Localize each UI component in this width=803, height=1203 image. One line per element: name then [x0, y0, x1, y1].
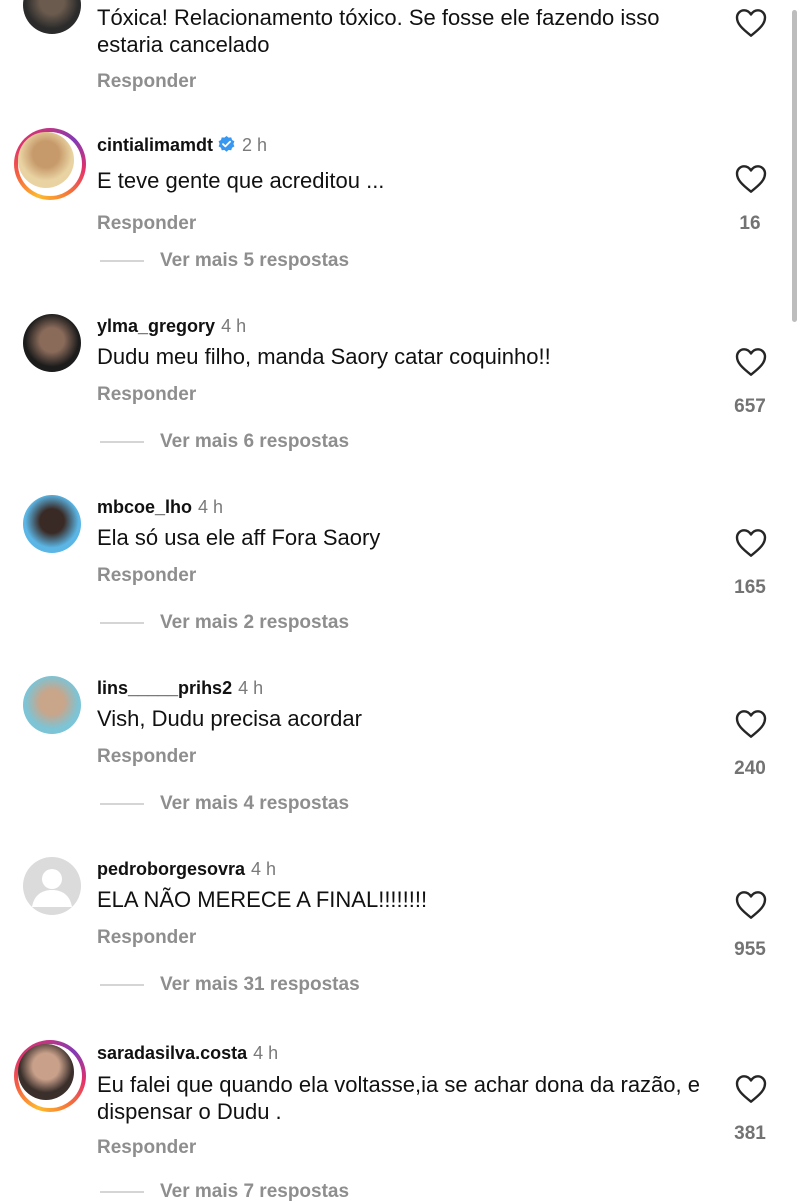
comment-text: ELA NÃO MERECE A FINAL!!!!!!!!: [97, 887, 428, 912]
reply-button[interactable]: Responder: [97, 746, 196, 768]
divider-line: [100, 259, 144, 262]
reply-button[interactable]: Responder: [97, 1137, 196, 1159]
view-more-replies-label: Ver mais 4 respostas: [160, 793, 350, 814]
comment-text: Ela só usa ele aff Fora Saory: [97, 525, 381, 550]
comment-text: Vish, Dudu precisa acordar: [97, 706, 362, 731]
comment-text: E teve gente que acreditou ...: [97, 168, 385, 193]
divider-line: [100, 621, 144, 624]
comment-time: 4 h: [198, 497, 224, 517]
like-count: 955: [734, 939, 766, 960]
comment-text: Eu falei que quando ela voltasse,ia se a…: [97, 1072, 700, 1124]
comment-time: 2 h: [242, 135, 268, 155]
heart-icon[interactable]: [735, 528, 767, 558]
reply-button[interactable]: Responder: [97, 565, 196, 587]
view-more-replies-button[interactable]: Ver mais 2 respostas: [100, 612, 349, 634]
reply-button[interactable]: Responder: [97, 384, 196, 406]
divider-line: [100, 802, 144, 805]
reply-button[interactable]: Responder: [97, 213, 196, 235]
like-count: 240: [734, 758, 766, 779]
username[interactable]: saradasilva.costa: [97, 1043, 247, 1063]
reply-button[interactable]: Responder: [97, 71, 196, 93]
avatar[interactable]: [14, 128, 86, 200]
avatar[interactable]: [23, 0, 81, 34]
like-count: 165: [734, 577, 766, 598]
like-count: 657: [734, 396, 766, 417]
avatar[interactable]: [23, 314, 81, 372]
comment-time: 4 h: [253, 1043, 279, 1063]
like-count: 16: [739, 213, 761, 234]
view-more-replies-button[interactable]: Ver mais 6 respostas: [100, 431, 349, 453]
view-more-replies-button[interactable]: Ver mais 4 respostas: [100, 793, 349, 815]
heart-icon[interactable]: [735, 8, 767, 38]
avatar[interactable]: [23, 676, 81, 734]
view-more-replies-label: Ver mais 7 respostas: [160, 1181, 350, 1202]
username[interactable]: pedroborgesovra: [97, 859, 245, 879]
username[interactable]: lins_____prihs2: [97, 678, 232, 698]
view-more-replies-button[interactable]: Ver mais 5 respostas: [100, 250, 349, 272]
divider-line: [100, 983, 144, 986]
divider-line: [100, 1190, 144, 1193]
heart-icon[interactable]: [735, 1074, 767, 1104]
comment-time: 4 h: [238, 678, 264, 698]
comment-time: 4 h: [221, 316, 247, 336]
avatar[interactable]: [14, 1040, 86, 1112]
username[interactable]: ylma_gregory: [97, 316, 215, 336]
reply-button[interactable]: Responder: [97, 927, 196, 949]
heart-icon[interactable]: [735, 709, 767, 739]
scrollbar[interactable]: [792, 10, 797, 322]
heart-icon[interactable]: [735, 164, 767, 194]
view-more-replies-button[interactable]: Ver mais 31 respostas: [100, 974, 360, 996]
comment-text: Tóxica! Relacionamento tóxico. Se fosse …: [97, 5, 660, 57]
comment-text: Dudu meu filho, manda Saory catar coquin…: [97, 344, 551, 369]
view-more-replies-label: Ver mais 5 respostas: [160, 250, 350, 271]
avatar[interactable]: [23, 857, 81, 915]
default-user-icon: [32, 869, 72, 907]
like-count: 381: [734, 1123, 766, 1144]
view-more-replies-label: Ver mais 31 respostas: [160, 974, 360, 995]
username[interactable]: cintialimamdt: [97, 135, 213, 155]
divider-line: [100, 440, 144, 443]
heart-icon[interactable]: [735, 347, 767, 377]
verified-badge-icon: [217, 135, 236, 159]
heart-icon[interactable]: [735, 890, 767, 920]
comment-time: 4 h: [251, 859, 277, 879]
username[interactable]: mbcoe_lho: [97, 497, 192, 517]
avatar[interactable]: [23, 495, 81, 553]
view-more-replies-label: Ver mais 2 respostas: [160, 612, 350, 633]
view-more-replies-label: Ver mais 6 respostas: [160, 431, 350, 452]
